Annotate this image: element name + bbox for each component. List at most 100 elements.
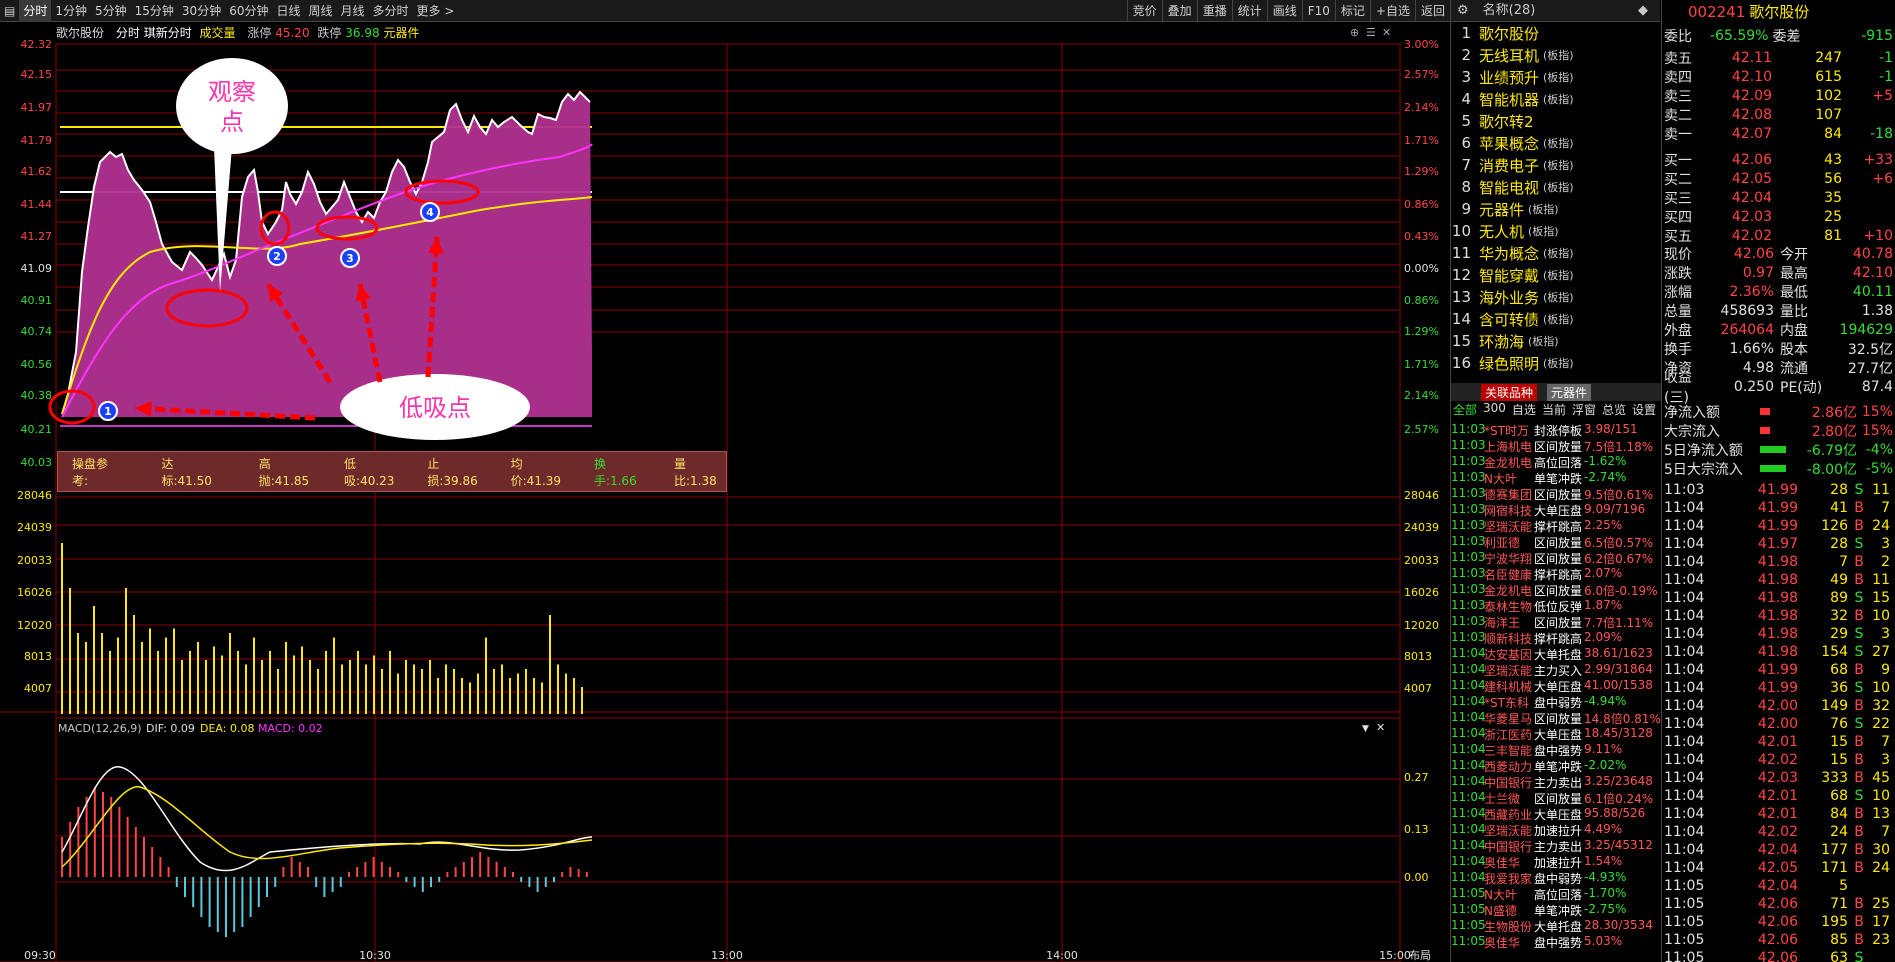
layout-button[interactable]: 布局 — [1409, 949, 1431, 962]
alert-row[interactable]: 11:04 华菱星马 区间放量 14.8倍0.81% — [1451, 710, 1661, 726]
alert-row[interactable]: 11:03 泰林生物 低位反弹 1.87% — [1451, 598, 1661, 614]
alert-row[interactable]: 11:03 网宿科技 大单压盘 9.09/7196 — [1451, 502, 1661, 518]
toolbar-button[interactable]: 画线 — [1266, 0, 1302, 22]
alert-row[interactable]: 11:03 利亚德 区间放量 6.5倍0.57% — [1451, 534, 1661, 550]
block-item[interactable]: 7 消费电子 (板指) — [1451, 154, 1660, 176]
alert-filter[interactable]: 当前 — [1542, 401, 1566, 419]
block-item[interactable]: 14 含可转债 (板指) — [1451, 308, 1660, 330]
toolbar-button[interactable]: +自选 — [1369, 0, 1415, 22]
close-icon[interactable]: ✕ — [1376, 721, 1385, 734]
alert-filter[interactable]: 设置 — [1632, 401, 1656, 419]
toolbar-button[interactable]: 返回 — [1414, 0, 1450, 22]
block-item[interactable]: 13 海外业务 (板指) — [1451, 286, 1660, 308]
alert-row[interactable]: 11:05 N大叶 高位回落 -1.70% — [1451, 886, 1661, 902]
period-tab[interactable]: 月线 — [337, 0, 369, 22]
alert-row[interactable]: 11:03 海洋王 区间放量 7.7倍1.11% — [1451, 614, 1661, 630]
block-item[interactable]: 12 智能穿戴 (板指) — [1451, 264, 1660, 286]
alert-row[interactable]: 11:04 士兰微 区间放量 6.1倍0.24% — [1451, 790, 1661, 806]
toolbar-button[interactable]: 竞价 — [1126, 0, 1162, 22]
tick-side: B — [1854, 500, 1864, 516]
alert-type: 大单托盘 — [1534, 920, 1583, 934]
period-tab[interactable]: 1分钟 — [51, 0, 91, 22]
block-item[interactable]: 16 绿色照明 (板指) — [1451, 352, 1660, 374]
alert-row[interactable]: 11:05 生物股份 大单托盘 28.30/3534 — [1451, 918, 1661, 934]
gear-icon[interactable]: ⚙ — [1457, 0, 1469, 21]
alert-row[interactable]: 11:04 *ST东科 盘中弱势 -4.94% — [1451, 694, 1661, 710]
period-tab[interactable]: 多分时 — [369, 0, 413, 22]
block-item[interactable]: 15 环渤海 (板指) — [1451, 330, 1660, 352]
block-item[interactable]: 5 歌尔转2 — [1451, 110, 1660, 132]
block-item[interactable]: 9 元器件 (板指) — [1451, 198, 1660, 220]
dropdown-icon[interactable]: ▼ — [1362, 724, 1369, 734]
alert-filter[interactable]: 总览 — [1602, 401, 1626, 419]
alert-filter[interactable]: 300 — [1483, 401, 1506, 419]
alert-row[interactable]: 11:04 达安基因 大单托盘 38.61/1623 — [1451, 646, 1661, 662]
block-item[interactable]: 6 苹果概念 (板指) — [1451, 132, 1660, 154]
alert-row[interactable]: 11:03 德赛集团 区间放量 9.5倍0.61% — [1451, 486, 1661, 502]
alert-row[interactable]: 11:04 建科机械 大单压盘 41.00/1538 — [1451, 678, 1661, 694]
alert-time: 11:04 — [1451, 822, 1486, 836]
period-tab[interactable]: 日线 — [272, 0, 304, 22]
alert-row[interactable]: 11:04 西菱动力 单笔冲跌 -2.02% — [1451, 758, 1661, 774]
alert-row[interactable]: 11:04 坚瑞沃能 主力买入 2.99/31864 — [1451, 662, 1661, 678]
period-tab[interactable]: 60分钟 — [225, 0, 272, 22]
alert-time: 11:03 — [1451, 582, 1486, 596]
block-item[interactable]: 11 华为概念 (板指) — [1451, 242, 1660, 264]
toolbar-button[interactable]: 标记 — [1334, 0, 1370, 22]
alert-row[interactable]: 11:04 西藏药业 大单压盘 95.88/526 — [1451, 806, 1661, 822]
toolbar-button[interactable]: 叠加 — [1161, 0, 1197, 22]
alert-row[interactable]: 11:03 名臣健康 撑杆跳高 2.07% — [1451, 566, 1661, 582]
toolbar-button[interactable]: F10 — [1301, 0, 1335, 22]
sort-icon[interactable]: ◆ — [1638, 0, 1648, 21]
period-tab[interactable]: 15分钟 — [131, 0, 178, 22]
alert-row[interactable]: 11:03 坚瑞沃能 撑杆跳高 2.25% — [1451, 518, 1661, 534]
alert-value: 5.03% — [1584, 934, 1623, 948]
alert-row[interactable]: 11:04 坚瑞沃能 加速拉升 4.49% — [1451, 822, 1661, 838]
alert-row[interactable]: 11:04 浙江医药 大单压盘 18.45/3128 — [1451, 726, 1661, 742]
quote-panel: 002241 歌尔股份 委比 -65.59% 委差 -915 卖五 42.11 247 -1 卖… — [1661, 0, 1895, 962]
alert-time: 11:05 — [1451, 934, 1486, 948]
alert-row[interactable]: 11:04 中国银行 主力卖出 3.25/45312 — [1451, 838, 1661, 854]
alert-value: 6.1倍0.24% — [1584, 792, 1654, 806]
alert-filter[interactable]: 自选 — [1512, 401, 1536, 419]
alert-row[interactable]: 11:03 上海机电 区间放量 7.5倍1.18% — [1451, 438, 1661, 454]
alert-row[interactable]: 11:03 金龙机电 区间放量 6.0倍-0.19% — [1451, 582, 1661, 598]
block-item[interactable]: 2 无线耳机 (板指) — [1451, 44, 1660, 66]
period-tab[interactable]: 5分钟 — [91, 0, 131, 22]
list-icon[interactable]: ☰ — [1366, 26, 1376, 39]
alert-row[interactable]: 11:04 奥佳华 加速拉升 1.54% — [1451, 854, 1661, 870]
chart-area[interactable]: 42.32 42.15 41.97 41.79 41.62 41.44 41.27 41.09… — [0, 22, 1450, 962]
alert-row[interactable]: 11:04 三丰智能 盘中强势 9.11% — [1451, 742, 1661, 758]
period-tab[interactable]: 更多 > — [413, 0, 459, 22]
block-item[interactable]: 1 歌尔股份 — [1451, 22, 1660, 44]
alert-row[interactable]: 11:03 *ST时万 封涨停板 3.98/151 — [1451, 422, 1661, 438]
price-tick: 41.62 — [21, 165, 53, 178]
close-icon[interactable]: ✕ — [1382, 26, 1391, 39]
toolbar-button[interactable]: 统计 — [1231, 0, 1267, 22]
alert-row[interactable]: 11:04 我爱我家 盘中弱势 -4.93% — [1451, 870, 1661, 886]
block-item[interactable]: 10 无人机 (板指) — [1451, 220, 1660, 242]
alert-filter[interactable]: 浮窗 — [1572, 401, 1596, 419]
alert-type: 区间放量 — [1534, 488, 1583, 502]
alert-row[interactable]: 11:05 N盛德 单笔冲跌 -2.75% — [1451, 902, 1661, 918]
alert-filter[interactable]: 全部 — [1453, 401, 1477, 419]
alert-stock: 金龙机电 — [1484, 584, 1533, 598]
toolbar-button[interactable]: 重播 — [1196, 0, 1232, 22]
zoom-icon[interactable]: ⊕ — [1350, 26, 1359, 39]
alert-row[interactable]: 11:05 奥佳华 盘中强势 5.03% — [1451, 934, 1661, 950]
alert-row[interactable]: 11:03 金龙机电 高位回落 -1.62% — [1451, 454, 1661, 470]
tab-component[interactable]: 元器件 — [1547, 384, 1592, 401]
alert-row[interactable]: 11:04 中国银行 主力卖出 3.25/23648 — [1451, 774, 1661, 790]
block-item[interactable]: 3 业绩预升 (板指) — [1451, 66, 1660, 88]
alert-time: 11:03 — [1451, 502, 1486, 516]
menu-icon[interactable]: ▤ — [0, 0, 19, 22]
block-item[interactable]: 4 智能机器 (板指) — [1451, 88, 1660, 110]
alert-row[interactable]: 11:03 N大叶 单笔冲跌 -2.74% — [1451, 470, 1661, 486]
block-item[interactable]: 8 智能电视 (板指) — [1451, 176, 1660, 198]
period-tab[interactable]: 周线 — [305, 0, 337, 22]
alert-row[interactable]: 11:03 宁波华翔 区间放量 6.2倍0.67% — [1451, 550, 1661, 566]
period-tab[interactable]: 30分钟 — [178, 0, 225, 22]
alert-row[interactable]: 11:03 顺新科技 撑杆跳高 2.09% — [1451, 630, 1661, 646]
period-tab[interactable]: 分时 — [19, 0, 52, 22]
tab-related[interactable]: 关联品种 — [1481, 384, 1538, 401]
